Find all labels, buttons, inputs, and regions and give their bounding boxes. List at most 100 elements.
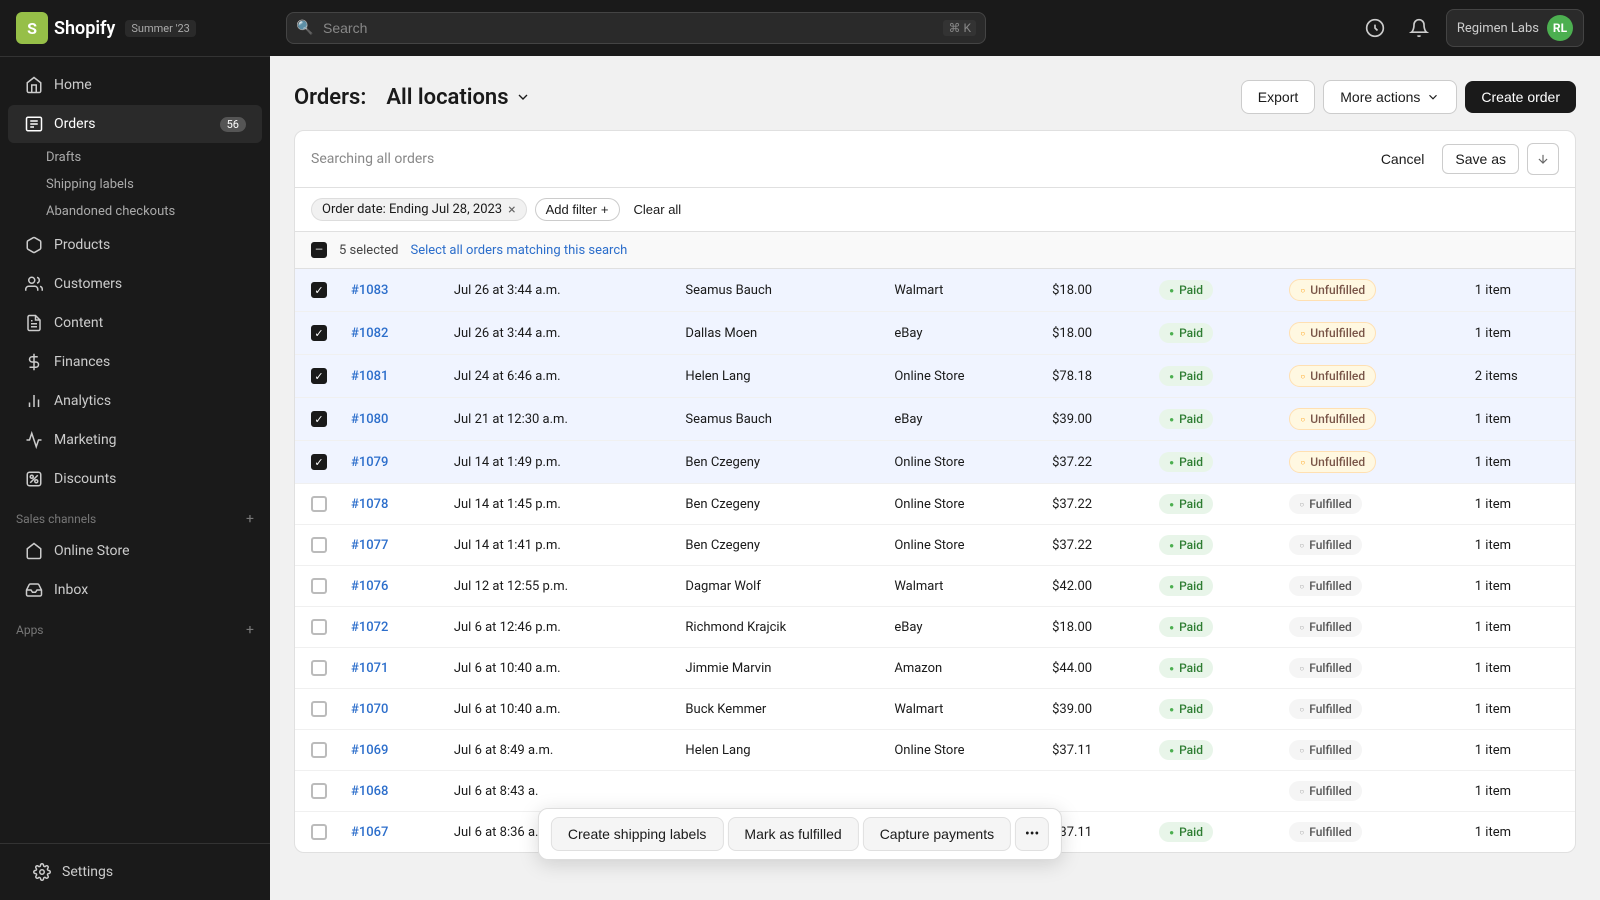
sidebar-item-content-label: Content [54,315,103,331]
sidebar-subitem-drafts[interactable]: Drafts [46,144,270,171]
order-payment: ●Paid [1147,269,1277,312]
location-label: All locations [386,85,508,110]
save-as-button[interactable]: Save as [1442,144,1519,174]
order-fulfillment: ○Fulfilled [1277,607,1462,648]
row-checkbox[interactable] [311,325,327,341]
account-button[interactable]: Regimen Labs RL [1446,9,1584,47]
table-row: #1078 Jul 14 at 1:45 p.m. Ben Czegeny On… [295,484,1575,525]
order-id-link[interactable]: #1067 [351,825,388,840]
sidebar-item-customers[interactable]: Customers [8,265,262,303]
activity-icon[interactable] [1358,11,1392,45]
sidebar-item-finances[interactable]: Finances [8,343,262,381]
filter-remove-button[interactable]: × [508,203,515,217]
sidebar-item-orders[interactable]: Orders 56 [8,105,262,143]
sidebar-item-analytics[interactable]: Analytics [8,382,262,420]
page-header: Orders: All locations Export More action… [294,80,1576,114]
order-id-link[interactable]: #1083 [351,283,388,298]
row-checkbox[interactable] [311,660,327,676]
order-id-link[interactable]: #1077 [351,538,388,553]
order-items: 1 item [1463,525,1575,566]
row-checkbox[interactable] [311,282,327,298]
mark-as-fulfilled-button[interactable]: Mark as fulfilled [727,817,858,851]
order-id-link[interactable]: #1078 [351,497,388,512]
order-id-link[interactable]: #1082 [351,326,388,341]
season-badge: Summer '23 [125,20,195,37]
selection-count: 5 selected [339,243,398,258]
active-filters: Order date: Ending Jul 28, 2023 × Add fi… [295,188,1575,232]
order-fulfillment: ○Fulfilled [1277,730,1462,771]
table-row: #1076 Jul 12 at 12:55 p.m. Dagmar Wolf W… [295,566,1575,607]
location-selector[interactable]: All locations [378,81,538,114]
sidebar-subitem-shipping-labels[interactable]: Shipping labels [46,171,270,198]
row-checkbox[interactable] [311,368,327,384]
orders-panel: Searching all orders Cancel Save as Orde… [294,130,1576,853]
create-shipping-labels-button[interactable]: Create shipping labels [551,817,724,851]
export-button[interactable]: Export [1241,80,1315,114]
floating-more-button[interactable]: ••• [1015,817,1049,851]
sidebar-item-home[interactable]: Home [8,66,262,104]
search-input[interactable] [286,12,986,44]
sidebar-item-products[interactable]: Products [8,226,262,264]
notifications-icon[interactable] [1402,11,1436,45]
more-dots-icon: ••• [1025,826,1039,842]
row-checkbox[interactable] [311,578,327,594]
order-payment: ●Paid [1147,355,1277,398]
customers-icon [24,274,44,294]
order-id-link[interactable]: #1072 [351,620,388,635]
cancel-filter-button[interactable]: Cancel [1371,145,1435,173]
order-amount: $37.22 [1040,525,1147,566]
orders-icon [24,114,44,134]
order-id-link[interactable]: #1080 [351,412,388,427]
order-id-link[interactable]: #1081 [351,369,388,384]
select-all-link[interactable]: Select all orders matching this search [410,243,627,258]
order-id-link[interactable]: #1079 [351,455,388,470]
select-all-checkbox[interactable] [311,242,327,258]
order-id-link[interactable]: #1069 [351,743,388,758]
create-order-button[interactable]: Create order [1465,81,1576,113]
sidebar-item-discounts[interactable]: Discounts [8,460,262,498]
settings-icon [32,862,52,882]
sidebar-item-online-store[interactable]: Online Store [8,532,262,570]
row-checkbox[interactable] [311,411,327,427]
row-checkbox[interactable] [311,619,327,635]
order-date: Jul 6 at 10:40 a.m. [442,648,674,689]
sidebar-item-settings[interactable]: Settings [16,853,254,891]
row-checkbox[interactable] [311,742,327,758]
sidebar-item-inbox[interactable]: Inbox [8,571,262,609]
row-checkbox[interactable] [311,701,327,717]
marketing-icon [24,430,44,450]
order-id-link[interactable]: #1071 [351,661,388,676]
add-filter-button[interactable]: Add filter + [535,198,620,221]
filter-bar-right: Cancel Save as [1371,143,1559,175]
order-channel: eBay [882,607,1040,648]
clear-all-button[interactable]: Clear all [628,199,688,220]
order-date: Jul 21 at 12:30 a.m. [442,398,674,441]
sidebar-item-marketing[interactable]: Marketing [8,421,262,459]
order-date: Jul 6 at 12:46 p.m. [442,607,674,648]
row-checkbox[interactable] [311,824,327,840]
more-actions-button[interactable]: More actions [1323,80,1457,114]
sidebar-item-content[interactable]: Content [8,304,262,342]
order-id-link[interactable]: #1070 [351,702,388,717]
sidebar-subitem-abandoned-checkouts[interactable]: Abandoned checkouts [46,198,270,225]
order-payment: ●Paid [1147,566,1277,607]
order-items: 1 item [1463,771,1575,812]
order-id-link[interactable]: #1068 [351,784,388,799]
order-customer: Dallas Moen [673,312,882,355]
apps-header[interactable]: Apps + [0,610,270,642]
order-items: 1 item [1463,441,1575,484]
order-items: 1 item [1463,566,1575,607]
orders-badge: 56 [220,117,246,132]
row-checkbox[interactable] [311,783,327,799]
sort-button[interactable] [1527,143,1559,175]
capture-payments-button[interactable]: Capture payments [863,817,1011,851]
row-checkbox[interactable] [311,537,327,553]
search-shortcut: ⌘ K [943,20,976,36]
selection-bar: 5 selected Select all orders matching th… [295,232,1575,269]
row-checkbox[interactable] [311,496,327,512]
order-items: 1 item [1463,812,1575,853]
sales-channels-header[interactable]: Sales channels + [0,499,270,531]
order-id-link[interactable]: #1076 [351,579,388,594]
row-checkbox[interactable] [311,454,327,470]
order-amount: $37.22 [1040,484,1147,525]
